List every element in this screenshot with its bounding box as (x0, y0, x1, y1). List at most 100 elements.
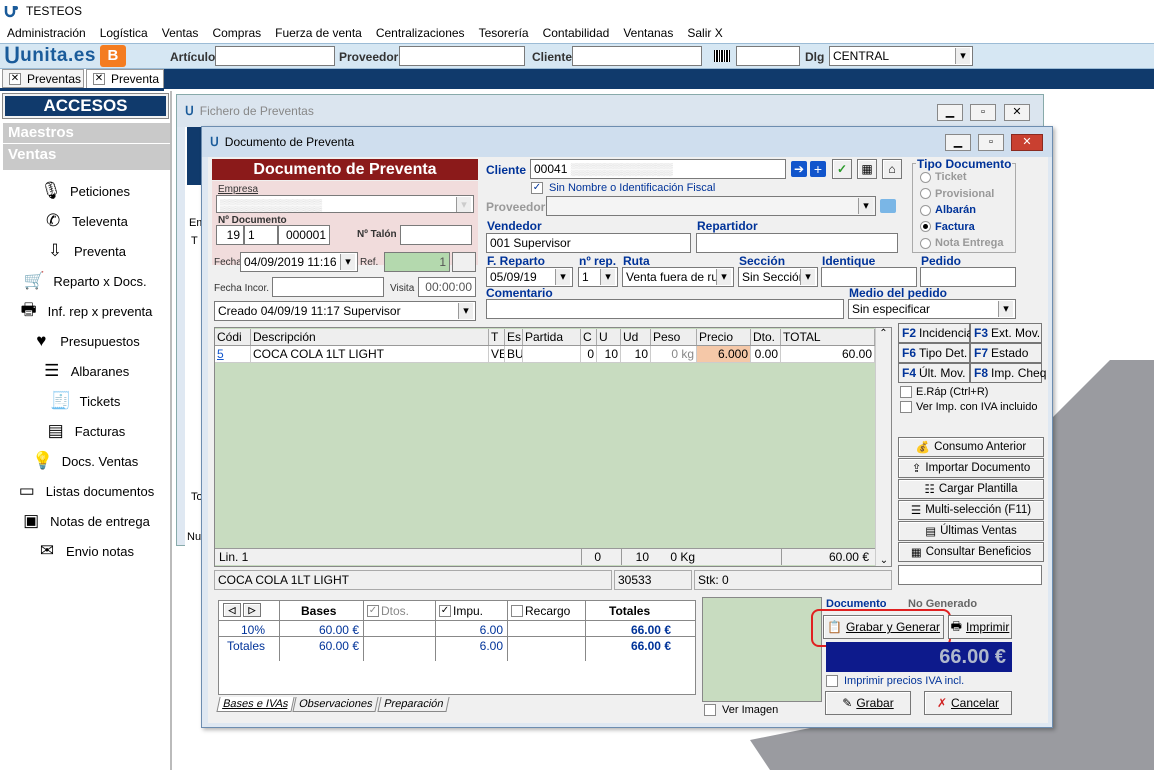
ver-iva-checkbox[interactable] (900, 401, 912, 413)
proveedor-button[interactable] (880, 199, 896, 213)
grid-cell-t[interactable]: VE (489, 346, 505, 362)
menu-item-1[interactable]: Logística (100, 23, 148, 43)
grid-col-header-5[interactable]: C (581, 329, 597, 345)
menu-item-7[interactable]: Contabilidad (543, 23, 610, 43)
maximize-button[interactable]: ▫ (978, 134, 1004, 151)
totals-tab-2[interactable]: Preparación (376, 697, 450, 712)
sidebar-item-9[interactable]: 💡 Docs. Ventas (0, 449, 170, 473)
fkey-f4-button[interactable]: F4 Últ. Mov. (898, 363, 970, 383)
talon-input[interactable] (400, 225, 472, 245)
ruta-select[interactable]: Venta fuera de ruta (622, 267, 734, 287)
empresa-select[interactable]: ▒▒▒▒▒▒▒▒▒▒▒▒ (216, 195, 474, 213)
minimize-button[interactable]: ▁ (945, 134, 971, 151)
sidebar-item-11[interactable]: ▣ Notas de entrega (0, 509, 170, 533)
menu-item-5[interactable]: Centralizaciones (376, 23, 465, 43)
freparto-select[interactable]: 05/09/19 (486, 267, 573, 287)
minimize-button[interactable]: ▁ (937, 104, 963, 121)
grid-col-header-8[interactable]: Peso (651, 329, 697, 345)
sidebar-item-4[interactable]: 🖶 Inf. rep x preventa (0, 299, 170, 323)
sidebar-section-ventas[interactable]: Ventas (3, 144, 170, 170)
nav-next-button[interactable]: ▷ (243, 603, 261, 617)
numdoc-number-input[interactable]: 000001 (278, 225, 330, 245)
sidebar-item-6[interactable]: ☰ Albaranes (0, 359, 170, 383)
sin-nombre-row[interactable]: ✓ Sin Nombre o Identificación Fiscal (531, 182, 715, 194)
grid-row[interactable]: 5COCA COLA 1LT LIGHTVEBU010100 kg6.0000.… (215, 346, 875, 363)
action-button-2[interactable]: ☷ Cargar Plantilla (898, 479, 1044, 499)
recargo-header[interactable]: Recargo (511, 604, 570, 618)
grid-col-header-10[interactable]: Dto. (751, 329, 781, 345)
grid-cell-codigo[interactable]: 5 (215, 346, 251, 362)
grid-cell-partida[interactable] (523, 346, 581, 362)
grid-col-header-6[interactable]: U (597, 329, 621, 345)
tab-preventas[interactable]: ✕ Preventas (2, 69, 84, 88)
grid-cell-u[interactable]: 10 (597, 346, 621, 362)
fecha-incor-input[interactable] (272, 277, 384, 297)
totals-tab-1[interactable]: Observaciones (292, 697, 380, 712)
dlg-select[interactable]: CENTRAL (829, 46, 973, 66)
sin-nombre-checkbox[interactable]: ✓ (531, 182, 543, 194)
close-icon[interactable]: ✕ (93, 73, 105, 85)
cliente-input[interactable]: 00041 ▒▒▒▒▒▒▒▒▒▒▒▒ (530, 159, 786, 179)
barcode-input[interactable] (736, 46, 800, 66)
menu-item-6[interactable]: Tesorería (479, 23, 529, 43)
sidebar-item-2[interactable]: ⇩ Preventa (0, 239, 170, 263)
grid-col-header-0[interactable]: Códi (215, 329, 251, 345)
ref-extra-input[interactable] (452, 252, 476, 272)
close-button[interactable]: ✕ (1004, 104, 1030, 121)
grid-col-header-3[interactable]: Es (505, 329, 523, 345)
grid-cell-es[interactable]: BU (505, 346, 523, 362)
sidebar-item-3[interactable]: 🛒 Reparto x Docs. (0, 269, 170, 293)
visita-input[interactable]: 00:00:00 (418, 277, 476, 297)
menu-item-2[interactable]: Ventas (162, 23, 199, 43)
cancelar-button[interactable]: ✗ Cancelar (924, 691, 1012, 715)
seccion-select[interactable]: Sin Sección (738, 267, 818, 287)
close-button[interactable]: ✕ (1011, 134, 1043, 151)
calculator-icon[interactable]: ▦ (857, 159, 877, 179)
menu-item-8[interactable]: Ventanas (623, 23, 673, 43)
grid-col-header-9[interactable]: Precio (697, 329, 751, 345)
grid-col-header-7[interactable]: Ud (621, 329, 651, 345)
check-icon[interactable]: ✓ (832, 159, 852, 179)
impu-checkbox[interactable]: ✓ (439, 605, 451, 617)
comentario-input[interactable] (486, 299, 844, 319)
numdoc-serie-input[interactable]: 19 (216, 225, 244, 245)
sidebar-section-maestros[interactable]: Maestros (3, 123, 170, 143)
repartidor-input[interactable] (696, 233, 898, 253)
grid-col-header-2[interactable]: T (489, 329, 505, 345)
action-button-0[interactable]: 💰 Consumo Anterior (898, 437, 1044, 457)
action-button-1[interactable]: ⇪ Importar Documento (898, 458, 1044, 478)
grid-col-header-1[interactable]: Descripción (251, 329, 489, 345)
ver-imagen-option[interactable]: Ver Imagen (704, 704, 778, 716)
cliente-toolbar-input[interactable] (572, 46, 702, 66)
imprimir-iva-option[interactable]: Imprimir precios IVA incl. (826, 675, 964, 687)
grid-scrollbar[interactable]: ⌃ ⌄ (875, 328, 891, 566)
ref-input[interactable]: 1 (384, 252, 450, 272)
action-button-3[interactable]: ☰ Multi-selección (F11) (898, 500, 1044, 520)
grid-cell-total[interactable]: 60.00 (781, 346, 875, 362)
action-button-4[interactable]: ▤ Últimas Ventas (898, 521, 1044, 541)
scroll-down-icon[interactable]: ⌄ (876, 555, 892, 566)
grid-col-header-11[interactable]: TOTAL (781, 329, 875, 345)
erap-checkbox[interactable] (900, 386, 912, 398)
menu-item-9[interactable]: Salir X (687, 23, 722, 43)
actions-extra-input[interactable] (898, 565, 1042, 585)
numdoc-ejercicio-input[interactable]: 1 (244, 225, 278, 245)
grid-cell-peso[interactable]: 0 kg (651, 346, 697, 362)
radio-tipo-3[interactable]: Factura (920, 221, 975, 233)
pedido-input[interactable] (920, 267, 1016, 287)
fkey-f6-button[interactable]: F6 Tipo Det. (898, 343, 970, 363)
identique-input[interactable] (821, 267, 917, 287)
menu-item-0[interactable]: Administración (7, 23, 86, 43)
sidebar-item-10[interactable]: ▭ Listas documentos (0, 479, 170, 503)
dtos-header[interactable]: ✓ Dtos. (367, 604, 409, 618)
blogger-icon[interactable]: B (99, 45, 126, 67)
recargo-checkbox[interactable] (511, 605, 523, 617)
grabar-button[interactable]: ✎ Grabar (825, 691, 911, 715)
grid-cell-dto[interactable]: 0.00 (751, 346, 781, 362)
menu-item-4[interactable]: Fuerza de venta (275, 23, 362, 43)
proveedor-select[interactable] (546, 196, 876, 216)
arrow-right-icon[interactable]: ➔ (791, 161, 807, 177)
imprimir-iva-checkbox[interactable] (826, 675, 838, 687)
grid-cell-descripcion[interactable]: COCA COLA 1LT LIGHT (251, 346, 489, 362)
grid-cell-precio[interactable]: 6.000 (697, 346, 751, 362)
